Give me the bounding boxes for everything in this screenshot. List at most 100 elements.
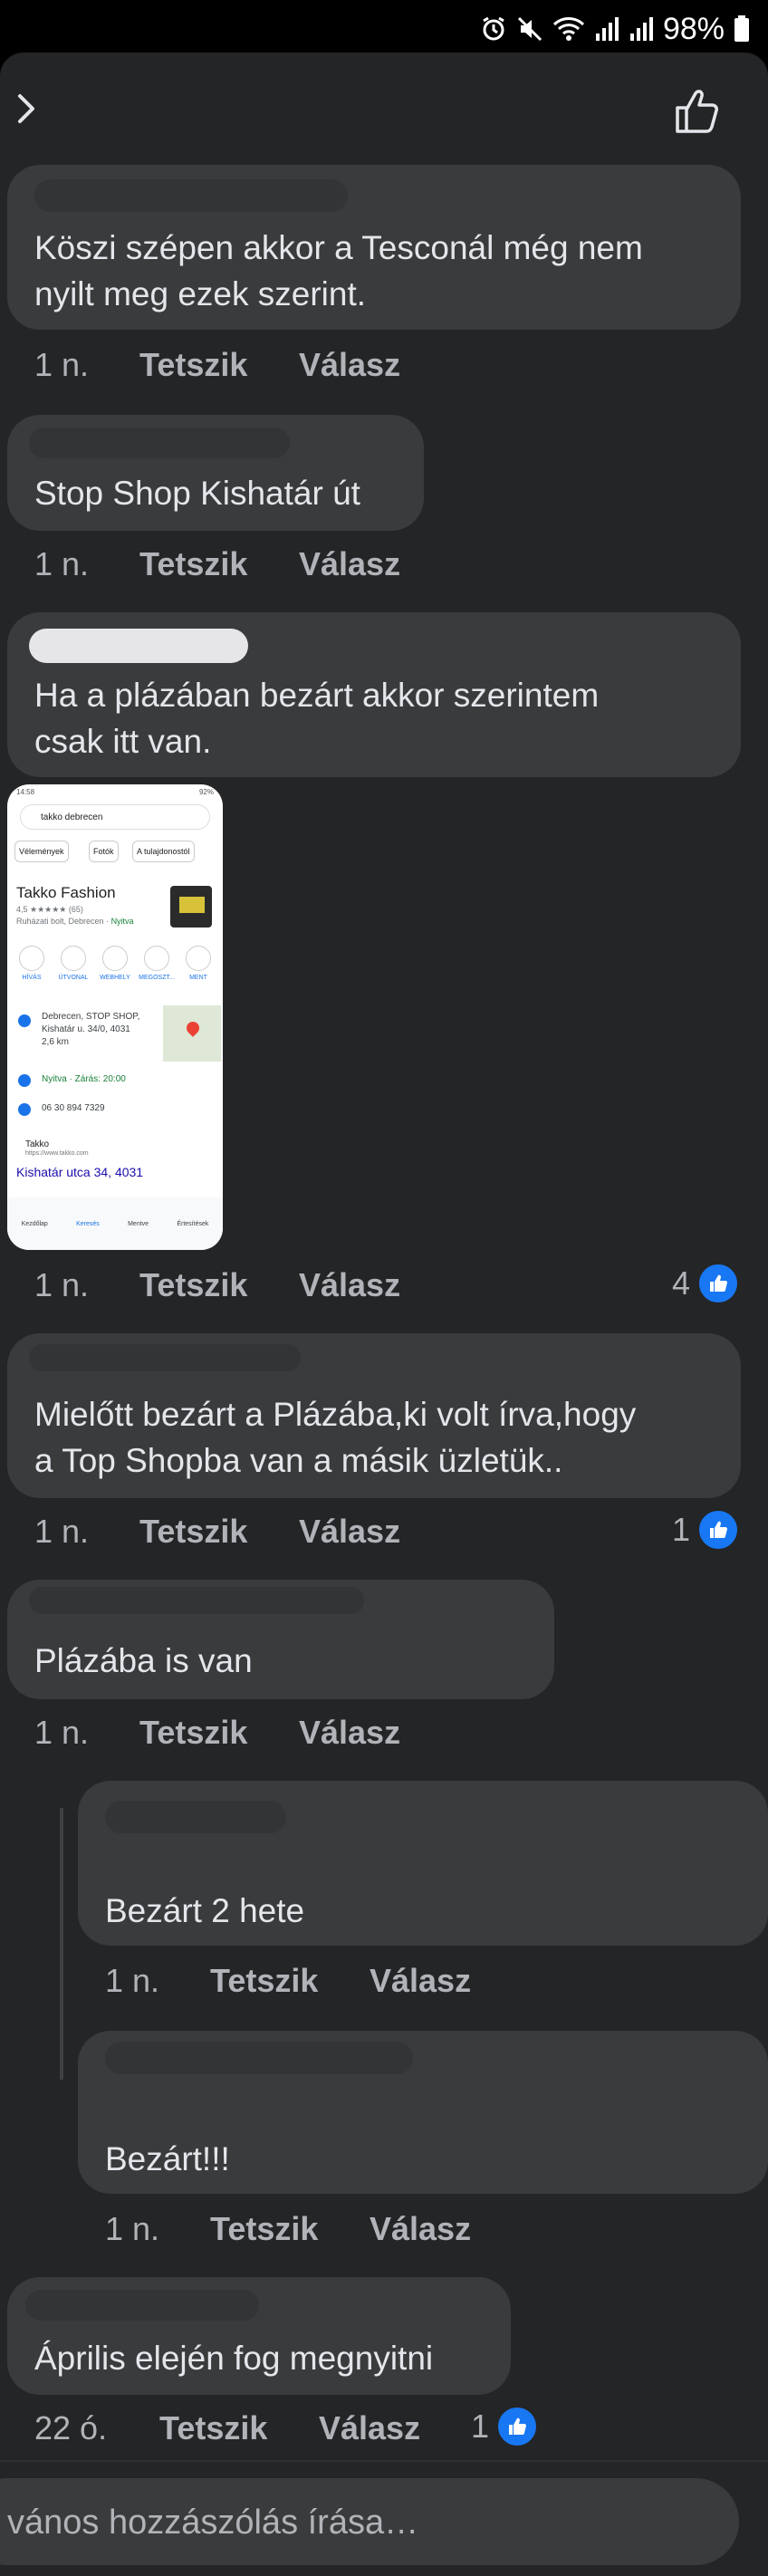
comment-text-line: csak itt van. — [34, 723, 212, 760]
comments-header — [0, 53, 768, 161]
mini-address-line: Kishatár u. 34/0, 4031 — [42, 1024, 130, 1034]
like-button[interactable]: Tetszik — [139, 1266, 247, 1304]
author-name-redacted — [29, 1344, 301, 1371]
reaction-count[interactable]: 1 — [672, 1509, 740, 1551]
thumbs-up-icon[interactable] — [670, 84, 725, 139]
mini-status-bar: 14:58 92% — [16, 788, 214, 796]
alarm-icon — [483, 16, 504, 41]
reply-button[interactable]: Válasz — [299, 1266, 400, 1304]
comment-text-line: Köszi szépen akkor a Tesconál még nem — [34, 229, 643, 266]
status-icons: 98% — [480, 11, 750, 47]
comment-composer[interactable]: vános hozzászólás írása… — [0, 2478, 739, 2565]
signal-icon — [595, 17, 619, 41]
globe-icon — [102, 946, 128, 971]
mini-action: ÚTVONAL — [53, 946, 94, 981]
like-button[interactable]: Tetszik — [139, 1714, 247, 1752]
mini-open-status: Nyitva — [110, 917, 134, 926]
reply-button[interactable]: Válasz — [299, 346, 400, 384]
author-name-redacted — [105, 1801, 286, 1833]
comment-text-line: Plázába is van — [34, 1642, 253, 1679]
mini-map — [163, 1005, 221, 1062]
reply-button[interactable]: Válasz — [370, 2210, 471, 2248]
reply-thread-line — [60, 1808, 63, 2080]
mini-action: MENT — [178, 946, 219, 981]
reaction-number: 4 — [672, 1264, 691, 1302]
location-pin-icon — [18, 1014, 31, 1027]
reply-button[interactable]: Válasz — [299, 1513, 400, 1551]
author-name-redacted — [29, 428, 290, 458]
mini-nav-item: Mentve — [128, 1220, 149, 1227]
mini-action-label: MENT — [189, 975, 207, 981]
mini-search-box: takko debrecen — [20, 804, 210, 830]
author-name-redacted — [29, 1587, 364, 1614]
like-button[interactable]: Tetszik — [139, 346, 247, 384]
mini-chip: Fotók — [89, 841, 119, 862]
mini-address-line: 2,6 km — [42, 1037, 70, 1047]
reaction-count[interactable]: 1 — [471, 2406, 539, 2447]
mini-action-label: ÚTVONAL — [58, 975, 89, 981]
mini-nav-item: Értesítések — [177, 1220, 209, 1227]
mini-category: Ruházati bolt, Debrecen · Nyitva — [16, 917, 134, 926]
reply-text: Bezárt 2 hete — [105, 1892, 305, 1929]
mute-icon — [517, 16, 542, 42]
battery-percent: 98% — [662, 11, 725, 46]
author-name-redacted — [29, 629, 248, 663]
reply-button[interactable]: Válasz — [299, 545, 400, 583]
mini-nav-item: Kezdőlap — [21, 1220, 48, 1227]
clock-icon — [18, 1074, 31, 1087]
author-name-redacted — [34, 179, 348, 212]
mini-site-url: https://www.takko.com — [25, 1150, 89, 1157]
like-reaction-icon — [496, 2406, 539, 2447]
mini-business-name: Takko Fashion — [16, 884, 116, 901]
chevron-right-icon[interactable] — [9, 80, 45, 134]
reaction-number: 1 — [672, 1511, 691, 1548]
comment-text-line: Mielőtt bezárt a Plázába,ki volt írva,ho… — [34, 1396, 637, 1433]
mini-phone: 06 30 894 7329 — [42, 1103, 105, 1113]
reply-button[interactable]: Válasz — [370, 1962, 471, 2000]
mini-action: HÍVÁS — [11, 946, 53, 981]
share-icon — [144, 946, 169, 971]
comment-time: 1 n. — [34, 1266, 90, 1303]
mini-site-link: Kishatár utca 34, 4031 — [16, 1165, 144, 1179]
mini-action-label: WEBHELY — [100, 975, 130, 981]
reply-button[interactable]: Válasz — [319, 2409, 420, 2447]
divider — [0, 2460, 768, 2462]
phone-icon — [18, 1103, 31, 1116]
mini-action-label: HÍVÁS — [22, 975, 42, 981]
comment-text-line: a Top Shopba van a másik üzletük.. — [34, 1442, 563, 1479]
mini-address: Debrecen, STOP SHOP, Kishatár u. 34/0, 4… — [42, 1011, 159, 1049]
mini-actions: HÍVÁS ÚTVONAL WEBHELY MEGOSZT... MENT — [11, 946, 223, 981]
screenshot-attachment[interactable]: 14:58 92% takko debrecen Vélemények Fotók… — [7, 784, 223, 1250]
mini-chip: A tulajdonostól — [132, 841, 195, 862]
status-bar: 98% — [0, 0, 768, 56]
mini-action: WEBHELY — [94, 946, 136, 981]
mini-address-line: Debrecen, STOP SHOP, — [42, 1012, 140, 1022]
phone-icon — [19, 946, 44, 971]
like-button[interactable]: Tetszik — [139, 1513, 247, 1551]
like-button[interactable]: Tetszik — [159, 2409, 267, 2447]
reply-button[interactable]: Válasz — [299, 1714, 400, 1752]
comment-time: 1 n. — [105, 1962, 160, 1999]
wifi-icon — [552, 17, 584, 41]
reaction-number: 1 — [471, 2408, 490, 2445]
comment-time: 22 ó. — [34, 2409, 108, 2446]
comment-time: 1 n. — [105, 2210, 160, 2247]
comment-text-line: Ha a plázában bezárt akkor szerintem — [34, 677, 600, 714]
mini-hours: Nyitva · Zárás: 20:00 — [42, 1074, 126, 1084]
like-button[interactable]: Tetszik — [210, 2210, 318, 2248]
comment-time: 1 n. — [34, 545, 90, 582]
reaction-count[interactable]: 4 — [672, 1263, 740, 1304]
comment-text-line: nyilt meg ezek szerint. — [34, 275, 367, 312]
like-reaction-icon — [697, 1509, 740, 1551]
comment-time: 1 n. — [34, 346, 90, 383]
comment-input-placeholder[interactable]: vános hozzászólás írása… — [7, 2504, 418, 2542]
like-button[interactable]: Tetszik — [210, 1962, 318, 2000]
mini-bottom-nav: Kezdőlap Keresés Mentve Értesítések — [7, 1197, 223, 1250]
mini-chip: Vélemények — [14, 841, 69, 862]
battery-icon — [734, 15, 749, 42]
mini-category-text: Ruházati bolt, Debrecen — [16, 917, 104, 926]
like-button[interactable]: Tetszik — [139, 545, 247, 583]
comment-time: 1 n. — [34, 1513, 90, 1550]
comment-text-line: Stop Shop Kishatár út — [34, 475, 360, 512]
mini-action-label: MEGOSZT... — [139, 975, 175, 981]
